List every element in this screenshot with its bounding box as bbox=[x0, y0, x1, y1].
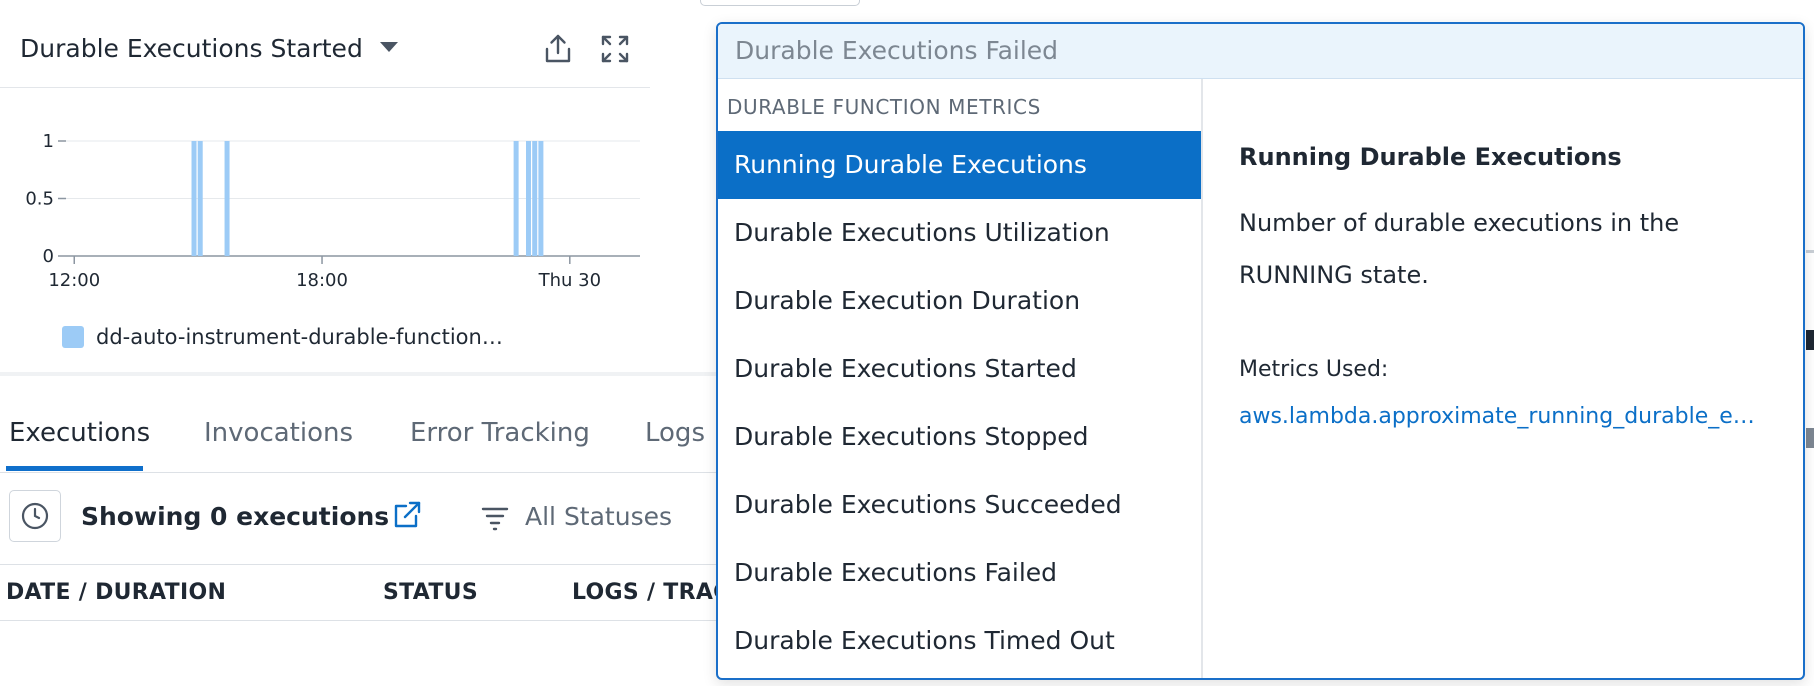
chart-legend[interactable]: dd-auto-instrument-durable-function… bbox=[62, 323, 503, 351]
metric-dropdown: Durable Executions Failed DURABLE FUNCTI… bbox=[716, 22, 1805, 680]
tab-bar: Executions Invocations Error Tracking Lo… bbox=[0, 400, 720, 473]
timeseries-chart[interactable]: 1 0.5 0 12:00 18:00 Thu 30 bbox=[0, 88, 650, 338]
column-date-duration[interactable]: DATE / DURATION bbox=[6, 580, 226, 605]
option-durable-executions-started[interactable]: Durable Executions Started bbox=[718, 335, 1201, 403]
background-fragment bbox=[1806, 250, 1814, 253]
history-button[interactable] bbox=[9, 490, 61, 542]
detail-title: Running Durable Executions bbox=[1239, 143, 1622, 171]
metric-search-input[interactable]: Durable Executions Failed bbox=[718, 24, 1803, 79]
expand-icon[interactable] bbox=[598, 32, 632, 66]
clock-icon bbox=[21, 502, 49, 530]
option-group-label: DURABLE FUNCTION METRICS bbox=[727, 95, 1041, 119]
y-tick-label: 1 bbox=[43, 131, 54, 152]
executions-toolbar: Showing 0 executions All Statuses bbox=[0, 474, 720, 565]
y-tick-label: 0 bbox=[43, 246, 54, 267]
metric-detail-panel: Running Durable Executions Number of dur… bbox=[1203, 79, 1803, 678]
widget-title[interactable]: Durable Executions Started bbox=[20, 34, 363, 63]
share-icon[interactable] bbox=[541, 32, 575, 66]
filter-icon[interactable] bbox=[480, 504, 510, 532]
option-running-durable-executions[interactable]: Running Durable Executions bbox=[718, 131, 1201, 199]
option-durable-executions-succeeded[interactable]: Durable Executions Succeeded bbox=[718, 471, 1201, 539]
metric-search-value[interactable]: Durable Executions Failed bbox=[735, 36, 1058, 65]
chart-bar bbox=[224, 141, 230, 256]
table-header: DATE / DURATION STATUS LOGS / TRAC bbox=[0, 566, 729, 621]
active-tab-indicator bbox=[6, 466, 143, 471]
legend-swatch bbox=[62, 326, 84, 348]
widget-header: Durable Executions Started bbox=[0, 0, 650, 88]
chart-bar bbox=[538, 141, 544, 256]
tab-executions[interactable]: Executions bbox=[9, 418, 150, 448]
caret-down-icon[interactable] bbox=[380, 42, 398, 52]
chart-bar bbox=[513, 141, 519, 256]
section-divider bbox=[0, 372, 720, 376]
option-durable-executions-stopped[interactable]: Durable Executions Stopped bbox=[718, 403, 1201, 471]
external-link-icon[interactable] bbox=[392, 500, 422, 530]
x-tick-label: 12:00 bbox=[48, 270, 100, 291]
tab-logs[interactable]: Logs bbox=[645, 418, 705, 448]
option-durable-executions-utilization[interactable]: Durable Executions Utilization bbox=[718, 199, 1201, 267]
executions-count: Showing 0 executions bbox=[81, 502, 390, 531]
tab-error-tracking[interactable]: Error Tracking bbox=[410, 418, 590, 448]
metric-link[interactable]: aws.lambda.approximate_running_durable_e… bbox=[1239, 404, 1755, 429]
chart-bar bbox=[532, 141, 538, 256]
chart-bar bbox=[526, 141, 532, 256]
background-control bbox=[700, 0, 860, 6]
option-durable-execution-duration[interactable]: Durable Execution Duration bbox=[718, 267, 1201, 335]
background-fragment bbox=[1806, 330, 1814, 350]
status-filter[interactable]: All Statuses bbox=[525, 502, 672, 531]
option-durable-executions-failed[interactable]: Durable Executions Failed bbox=[718, 539, 1201, 607]
metrics-used-label: Metrics Used: bbox=[1239, 357, 1389, 382]
column-status[interactable]: STATUS bbox=[383, 580, 478, 605]
background-fragment bbox=[1806, 428, 1814, 448]
detail-description: Number of durable executions in the RUNN… bbox=[1239, 209, 1680, 289]
metric-options-list: DURABLE FUNCTION METRICS Running Durable… bbox=[718, 79, 1203, 678]
x-tick-label: 18:00 bbox=[296, 270, 348, 291]
option-durable-executions-timed-out[interactable]: Durable Executions Timed Out bbox=[718, 607, 1201, 675]
chart-bar bbox=[197, 141, 203, 256]
tab-invocations[interactable]: Invocations bbox=[204, 418, 353, 448]
chart-bar bbox=[191, 141, 197, 256]
chart-area: 1 0.5 0 12:00 18:00 Thu 30 dd-auto-instrument… bbox=[0, 88, 650, 368]
y-tick-label: 0.5 bbox=[25, 189, 54, 210]
x-tick-label: Thu 30 bbox=[538, 270, 601, 291]
legend-label: dd-auto-instrument-durable-function… bbox=[96, 325, 503, 349]
column-logs-traces[interactable]: LOGS / TRAC bbox=[572, 580, 730, 605]
